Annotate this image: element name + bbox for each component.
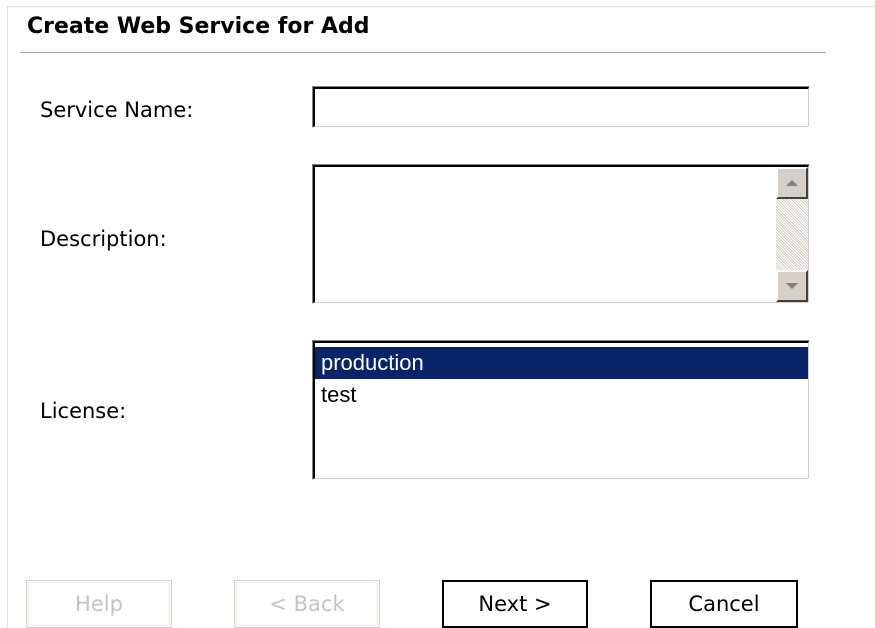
scroll-down-arrow-icon xyxy=(786,283,798,289)
license-listbox[interactable]: production test xyxy=(312,340,810,480)
service-name-field-inner xyxy=(313,87,809,127)
description-field[interactable] xyxy=(312,164,810,304)
cancel-button[interactable]: Cancel xyxy=(650,580,798,628)
back-button[interactable]: < Back xyxy=(234,580,380,628)
help-button[interactable]: Help xyxy=(26,580,172,628)
service-name-label: Service Name: xyxy=(40,98,194,122)
scroll-up-button[interactable] xyxy=(776,167,808,199)
license-listbox-inner: production test xyxy=(313,341,809,479)
description-field-inner xyxy=(313,165,809,303)
description-scrollbar[interactable] xyxy=(776,167,808,302)
scroll-up-arrow-icon xyxy=(786,180,798,186)
license-label: License: xyxy=(40,399,127,423)
license-option-production[interactable]: production xyxy=(315,347,808,379)
dialog-top-edge xyxy=(8,6,875,7)
description-label: Description: xyxy=(40,227,167,251)
description-textarea[interactable] xyxy=(315,167,776,302)
next-button[interactable]: Next > xyxy=(442,580,588,628)
service-name-field[interactable] xyxy=(312,86,810,128)
dialog-left-edge xyxy=(7,6,8,628)
license-option-test[interactable]: test xyxy=(315,379,808,411)
scroll-down-button[interactable] xyxy=(776,270,808,302)
page-title: Create Web Service for Add xyxy=(27,14,370,39)
title-divider xyxy=(20,52,826,54)
service-name-input[interactable] xyxy=(315,89,808,126)
